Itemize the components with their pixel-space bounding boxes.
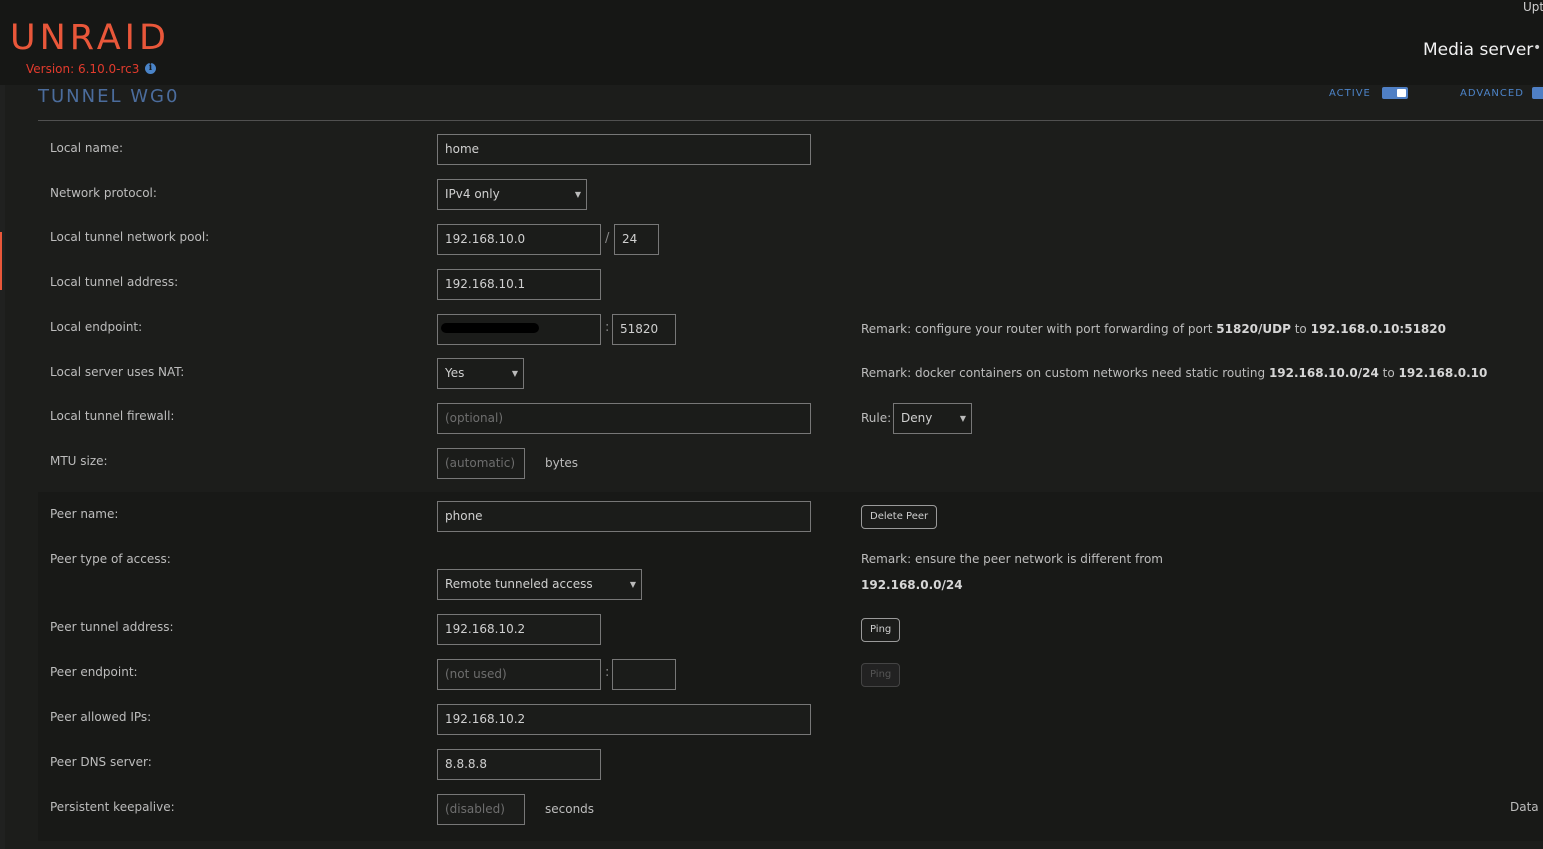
- peer-endpoint-input[interactable]: (not used): [437, 659, 601, 690]
- tunnel-pool-label: Local tunnel network pool:: [50, 230, 210, 244]
- peer-access-label: Peer type of access:: [50, 552, 171, 566]
- unraid-logo[interactable]: UNRAID: [10, 18, 170, 58]
- endpoint-remark-to: to: [1290, 322, 1311, 336]
- nat-remark-to: to: [1378, 366, 1399, 380]
- rule-value: Deny: [901, 411, 933, 425]
- endpoint-remark-port: 51820/UDP: [1216, 322, 1291, 336]
- nat-label: Local server uses NAT:: [50, 365, 185, 379]
- header-bar: [0, 0, 1543, 85]
- keepalive-input[interactable]: (disabled): [437, 794, 525, 825]
- nat-select[interactable]: Yes ▼: [437, 358, 524, 389]
- firewall-label: Local tunnel firewall:: [50, 409, 175, 423]
- nat-remark: Remark: docker containers on custom netw…: [861, 366, 1487, 380]
- peer-endpoint-port-input[interactable]: [612, 659, 676, 690]
- peer-allowed-ips-input[interactable]: 192.168.10.2: [437, 704, 811, 735]
- peer-access-remark-net: 192.168.0.0/24: [861, 578, 963, 592]
- peer-access-remark: Remark: ensure the peer network is diffe…: [861, 552, 1163, 566]
- section-title: TUNNEL WG0: [38, 86, 180, 107]
- tunnel-pool-input[interactable]: 192.168.10.0: [437, 224, 601, 255]
- mtu-label: MTU size:: [50, 454, 108, 468]
- peer-endpoint-label: Peer endpoint:: [50, 665, 138, 679]
- active-toggle-label: ACTIVE: [1329, 88, 1371, 99]
- server-name: Media server: [1423, 40, 1534, 60]
- advanced-toggle[interactable]: [1532, 87, 1543, 99]
- peer-dns-input[interactable]: 8.8.8.8: [437, 749, 601, 780]
- info-icon[interactable]: i: [145, 63, 156, 74]
- peer-endpoint-separator: :: [605, 665, 610, 680]
- mtu-unit: bytes: [545, 456, 579, 470]
- peer-tunnel-address-label: Peer tunnel address:: [50, 620, 174, 634]
- peer-access-value: Remote tunneled access: [445, 577, 593, 591]
- endpoint-separator: :: [605, 320, 610, 335]
- chevron-down-icon: ▼: [511, 369, 518, 378]
- local-name-label: Local name:: [50, 141, 123, 155]
- endpoint-remark-prefix: Remark: configure your router with port …: [861, 322, 1217, 336]
- firewall-input[interactable]: (optional): [437, 403, 811, 434]
- active-toggle[interactable]: [1382, 87, 1408, 99]
- pool-separator: /: [605, 231, 610, 246]
- peer-name-label: Peer name:: [50, 507, 119, 521]
- peer-dns-label: Peer DNS server:: [50, 755, 152, 769]
- toggle-knob: [1397, 89, 1406, 97]
- data-label: Data: [1510, 800, 1539, 814]
- section-divider: [38, 120, 1543, 121]
- redacted-endpoint: [441, 323, 539, 333]
- chevron-down-icon: ▼: [959, 414, 966, 423]
- nat-remark-prefix: Remark: docker containers on custom netw…: [861, 366, 1269, 380]
- tunnel-pool-mask-input[interactable]: 24: [614, 224, 659, 255]
- tunnel-address-input[interactable]: 192.168.10.1: [437, 269, 601, 300]
- network-protocol-value: IPv4 only: [445, 187, 500, 201]
- nat-value: Yes: [445, 366, 465, 380]
- advanced-toggle-label: ADVANCED: [1460, 88, 1524, 99]
- status-dot: •: [1533, 40, 1542, 56]
- endpoint-remark-target: 192.168.0.10:51820: [1310, 322, 1446, 336]
- nat-remark-net: 192.168.10.0/24: [1268, 366, 1379, 380]
- rule-select[interactable]: Deny ▼: [893, 403, 972, 434]
- ping-button[interactable]: Ping: [861, 618, 901, 642]
- delete-peer-button[interactable]: Delete Peer: [861, 505, 938, 529]
- rule-label: Rule:: [861, 411, 892, 425]
- local-name-input[interactable]: home: [437, 134, 811, 165]
- peer-allowed-ips-label: Peer allowed IPs:: [50, 710, 152, 724]
- network-protocol-select[interactable]: IPv4 only ▼: [437, 179, 587, 210]
- left-accent-bar: [0, 232, 2, 290]
- keepalive-unit: seconds: [545, 802, 595, 816]
- endpoint-ping-button[interactable]: Ping: [861, 663, 901, 687]
- chevron-down-icon: ▼: [574, 190, 581, 199]
- local-endpoint-label: Local endpoint:: [50, 320, 143, 334]
- peer-name-input[interactable]: phone: [437, 501, 811, 532]
- peer-tunnel-address-input[interactable]: 192.168.10.2: [437, 614, 601, 645]
- keepalive-label: Persistent keepalive:: [50, 800, 175, 814]
- local-endpoint-port-input[interactable]: 51820: [612, 314, 676, 345]
- nat-remark-target: 192.168.0.10: [1398, 366, 1488, 380]
- network-protocol-label: Network protocol:: [50, 186, 157, 200]
- tunnel-address-label: Local tunnel address:: [50, 275, 179, 289]
- peer-section: [38, 492, 1543, 841]
- left-edge: [0, 85, 5, 849]
- peer-access-select[interactable]: Remote tunneled access ▼: [437, 569, 642, 600]
- endpoint-remark: Remark: configure your router with port …: [861, 322, 1446, 336]
- version-text: Version: 6.10.0-rc3: [26, 62, 140, 76]
- mtu-input[interactable]: (automatic): [437, 448, 525, 479]
- uptime-label: Upt: [1523, 0, 1543, 14]
- chevron-down-icon: ▼: [629, 580, 636, 589]
